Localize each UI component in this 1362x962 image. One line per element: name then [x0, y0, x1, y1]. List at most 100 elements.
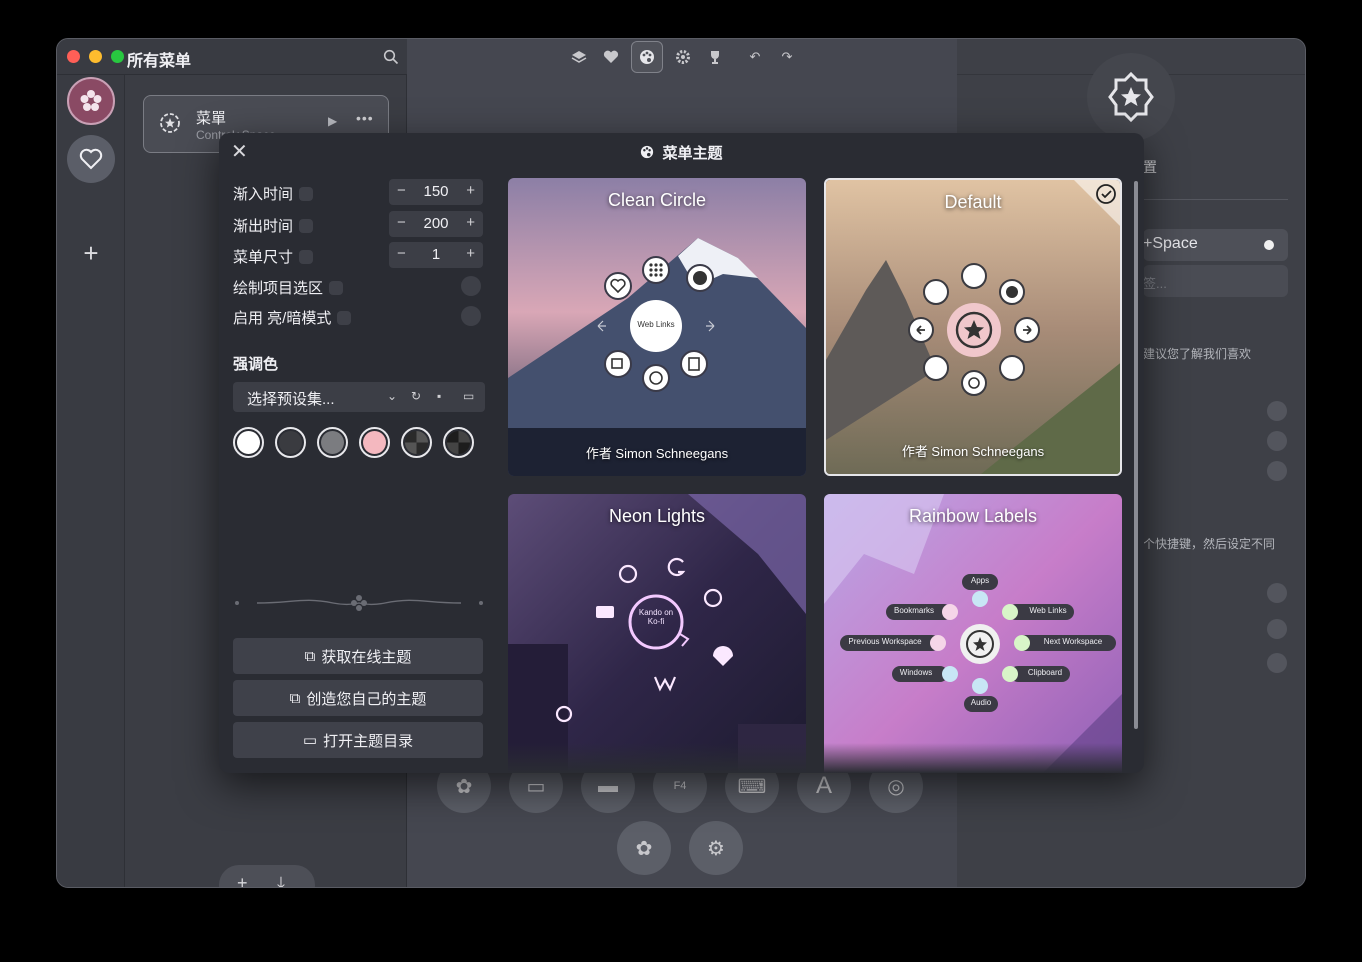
- create-theme-button[interactable]: ⧉ 创造您自己的主题: [233, 680, 483, 716]
- reset-icon[interactable]: ↻: [411, 389, 421, 403]
- swatch-pink[interactable]: [359, 427, 390, 458]
- titlebar: 所有菜单: [57, 39, 407, 75]
- favorites-button[interactable]: [67, 135, 115, 183]
- decrement-button[interactable]: −: [397, 245, 406, 262]
- palette-icon[interactable]: [631, 41, 663, 73]
- menu-icon-preview[interactable]: [1087, 53, 1175, 141]
- rainbow-labels-preview: [824, 494, 1122, 773]
- dark-mode-row: 启用 亮/暗模式: [233, 303, 485, 329]
- get-online-themes-button[interactable]: ⧉ 获取在线主题: [233, 638, 483, 674]
- toolbar: ↶ ↷: [567, 39, 799, 75]
- theme-card-default[interactable]: Default 作者 Simon Schneegans: [824, 178, 1122, 476]
- fade-out-stepper[interactable]: − 200 +: [389, 211, 483, 237]
- option-toggle[interactable]: [1267, 583, 1287, 603]
- scrollbar[interactable]: [1134, 181, 1138, 729]
- heart-icon[interactable]: [599, 43, 623, 71]
- add-menu-button[interactable]: +: [237, 873, 248, 887]
- import-icon[interactable]: ⤓: [277, 873, 285, 887]
- increment-button[interactable]: +: [466, 182, 475, 199]
- dark-mode-label: 启用 亮/暗模式: [233, 307, 352, 328]
- undo-icon[interactable]: ↶: [743, 43, 767, 71]
- swatch-transparent-dark[interactable]: [443, 427, 474, 458]
- open-theme-directory-button[interactable]: ▭ 打开主题目录: [233, 722, 483, 758]
- swatch-white[interactable]: [233, 427, 264, 458]
- shortcut-field[interactable]: +Space: [1143, 229, 1288, 261]
- item-label: Next Workspace: [1043, 637, 1103, 646]
- tag-placeholder: 签...: [1143, 276, 1167, 291]
- menu-size-row: 菜单尺寸 − 1 +: [233, 242, 485, 268]
- theme-card-clean-circle[interactable]: Web Links Clean Circle 作者 Simon Schneega…: [508, 178, 806, 476]
- flower-collection-button[interactable]: [67, 77, 115, 125]
- preset-placeholder: 选择预设集...: [247, 391, 335, 408]
- swatch-dark[interactable]: [275, 427, 306, 458]
- icon-rail: +: [57, 75, 125, 887]
- trophy-icon[interactable]: [703, 43, 727, 71]
- theme-author: 作者 Simon Schneegans: [585, 446, 729, 461]
- info-icon[interactable]: [337, 311, 352, 325]
- dialog-title-text: 菜单主题: [662, 145, 723, 162]
- ornament-divider: [235, 595, 483, 611]
- option-toggle[interactable]: [1267, 619, 1287, 639]
- plus-icon: +: [83, 237, 99, 268]
- fade-in-stepper[interactable]: − 150 +: [389, 179, 483, 205]
- decrement-button[interactable]: −: [397, 214, 406, 231]
- fade-in-value[interactable]: 150: [413, 183, 459, 200]
- draw-selection-toggle[interactable]: [461, 276, 481, 296]
- option-toggle[interactable]: [1267, 401, 1287, 421]
- gear-icon[interactable]: [671, 43, 695, 71]
- drag-add-icon[interactable]: ✿: [617, 821, 671, 875]
- flower-icon: [80, 90, 102, 111]
- record-dot-icon[interactable]: [1264, 240, 1274, 250]
- close-window-button[interactable]: [67, 50, 80, 63]
- tag-field[interactable]: 签...: [1143, 265, 1288, 297]
- layers-icon[interactable]: [567, 43, 591, 71]
- info-icon[interactable]: [299, 250, 314, 264]
- accent-swatches: [233, 427, 474, 458]
- shortcut-value: +Space: [1143, 235, 1198, 252]
- menu-size-stepper[interactable]: − 1 +: [389, 242, 483, 268]
- play-icon[interactable]: ▶: [328, 114, 337, 128]
- folder-icon: ▭: [302, 732, 318, 749]
- swatch-transparent[interactable]: [401, 427, 432, 458]
- accent-heading: 强调色: [233, 356, 279, 373]
- external-link-icon: ⧉: [304, 647, 316, 665]
- app-title: 所有菜单: [127, 53, 192, 70]
- item-label: Previous Workspace: [848, 637, 922, 646]
- decrement-button[interactable]: −: [397, 182, 406, 199]
- increment-button[interactable]: +: [466, 214, 475, 231]
- settings-gear-icon[interactable]: ⚙: [689, 821, 743, 875]
- maximize-window-button[interactable]: [111, 50, 124, 63]
- dark-mode-toggle[interactable]: [461, 306, 481, 326]
- theme-grid: Web Links Clean Circle 作者 Simon Schneega…: [508, 178, 1128, 773]
- option-toggle[interactable]: [1267, 653, 1287, 673]
- dialog-title: 菜单主题: [219, 142, 1144, 163]
- increment-button[interactable]: +: [466, 245, 475, 262]
- info-icon[interactable]: [299, 187, 314, 201]
- fade-out-value[interactable]: 200: [413, 215, 459, 232]
- theme-dialog: ✕ 菜单主题 渐入时间 − 150 + 渐出时间 − 200 + 菜单尺寸 − …: [219, 133, 1144, 773]
- minimize-window-button[interactable]: [89, 50, 102, 63]
- add-collection-button[interactable]: +: [77, 237, 105, 268]
- preset-select[interactable]: 选择预设集... ⌄ ↻ ▪ ▭: [233, 382, 485, 412]
- menu-size-label: 菜单尺寸: [233, 246, 314, 267]
- swatch-gray[interactable]: [317, 427, 348, 458]
- item-label: Web Links: [1029, 606, 1067, 615]
- help-note: 个快捷键，然后设定不同: [1143, 537, 1276, 551]
- theme-card-rainbow-labels[interactable]: Apps Bookmarks Web Links Previous Worksp…: [824, 494, 1122, 773]
- save-icon[interactable]: ▪: [437, 389, 441, 403]
- theme-card-neon-lights[interactable]: Kando on Ko-fi Neon Lights: [508, 494, 806, 773]
- properties-title: 置: [1143, 159, 1157, 175]
- search-icon[interactable]: [383, 49, 399, 65]
- more-icon[interactable]: •••: [356, 110, 374, 126]
- option-toggle[interactable]: [1267, 431, 1287, 451]
- info-icon[interactable]: [329, 281, 344, 295]
- menu-size-value[interactable]: 1: [413, 246, 459, 263]
- folder-icon[interactable]: ▭: [463, 389, 474, 403]
- chevron-down-icon: ⌄: [387, 389, 398, 403]
- grid-fade: [508, 743, 1128, 773]
- item-label: Bookmarks: [893, 606, 934, 615]
- info-icon[interactable]: [299, 219, 314, 233]
- redo-icon[interactable]: ↷: [775, 43, 799, 71]
- theme-name: Clean Circle: [607, 190, 707, 210]
- option-toggle[interactable]: [1267, 461, 1287, 481]
